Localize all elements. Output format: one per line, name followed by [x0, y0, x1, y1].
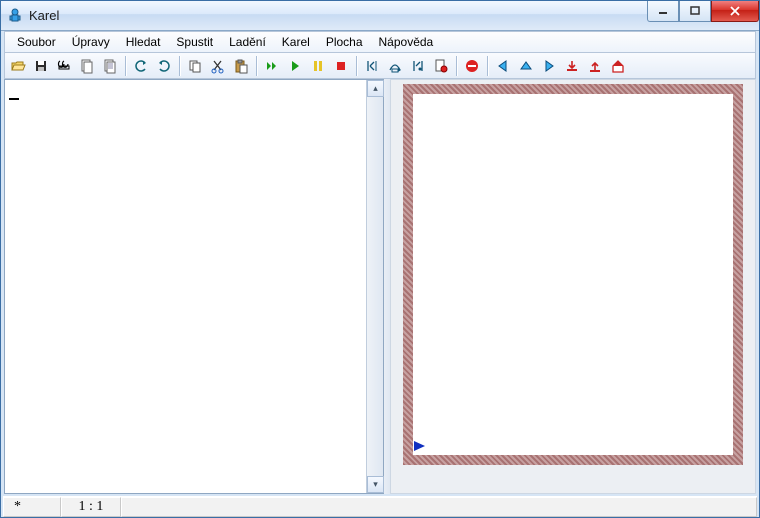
home-button[interactable]	[607, 55, 629, 77]
toolbar-separator	[356, 56, 358, 76]
menu-napoveda[interactable]: Nápověda	[371, 33, 442, 51]
cut-button[interactable]	[207, 55, 229, 77]
status-modified: *	[3, 497, 61, 517]
window-controls	[647, 1, 759, 22]
toolbar-separator	[125, 56, 127, 76]
put-down-button[interactable]	[561, 55, 583, 77]
pick-up-button[interactable]	[584, 55, 606, 77]
move-left-button[interactable]	[492, 55, 514, 77]
step-over-button[interactable]	[384, 55, 406, 77]
doc-copy-button[interactable]	[99, 55, 121, 77]
menu-upravy[interactable]: Úpravy	[64, 33, 118, 51]
step-out-button[interactable]	[407, 55, 429, 77]
undo-button[interactable]	[130, 55, 152, 77]
menu-ladeni[interactable]: Ladění	[221, 33, 274, 51]
run-button[interactable]	[284, 55, 306, 77]
run-fast-button[interactable]	[261, 55, 283, 77]
menubar: Soubor Úpravy Hledat Spustit Ladění Kare…	[4, 31, 756, 53]
toolbar-separator	[256, 56, 258, 76]
window-title: Karel	[29, 8, 59, 23]
world-border	[403, 84, 743, 465]
new-doc-button[interactable]	[76, 55, 98, 77]
menu-hledat[interactable]: Hledat	[118, 33, 169, 51]
breakpoint-button[interactable]	[430, 55, 452, 77]
close-button[interactable]	[711, 1, 759, 22]
menu-soubor[interactable]: Soubor	[9, 33, 64, 51]
stop-button[interactable]	[330, 55, 352, 77]
status-position: 1 : 1	[61, 497, 121, 517]
statusbar: * 1 : 1	[3, 496, 757, 516]
minimize-button[interactable]	[647, 1, 679, 22]
menu-spustit[interactable]: Spustit	[168, 33, 221, 51]
menu-karel[interactable]: Karel	[274, 33, 318, 51]
main-area: ▴ ▾	[4, 79, 756, 494]
titlebar: Karel	[1, 1, 759, 31]
move-up-button[interactable]	[515, 55, 537, 77]
toolbar-separator	[487, 56, 489, 76]
editor-scrollbar[interactable]: ▴ ▾	[366, 80, 383, 493]
redo-button[interactable]	[153, 55, 175, 77]
scroll-up-button[interactable]: ▴	[367, 80, 384, 97]
paste-button[interactable]	[230, 55, 252, 77]
no-entry-button[interactable]	[461, 55, 483, 77]
world-pane	[390, 79, 756, 494]
step-into-button[interactable]	[361, 55, 383, 77]
karel-robot-icon	[413, 440, 427, 455]
toolbar	[4, 53, 756, 79]
editor-pane[interactable]: ▴ ▾	[4, 79, 384, 494]
save-button[interactable]	[30, 55, 52, 77]
toolbar-separator	[456, 56, 458, 76]
copy-button[interactable]	[184, 55, 206, 77]
pause-button[interactable]	[307, 55, 329, 77]
text-cursor	[9, 98, 19, 100]
move-right-button[interactable]	[538, 55, 560, 77]
maximize-button[interactable]	[679, 1, 711, 22]
world-grid[interactable]	[403, 84, 743, 465]
scroll-down-button[interactable]: ▾	[367, 476, 384, 493]
find-button[interactable]	[53, 55, 75, 77]
toolbar-separator	[179, 56, 181, 76]
status-spacer	[121, 497, 757, 517]
open-button[interactable]	[7, 55, 29, 77]
app-icon	[7, 8, 23, 24]
menu-plocha[interactable]: Plocha	[318, 33, 371, 51]
